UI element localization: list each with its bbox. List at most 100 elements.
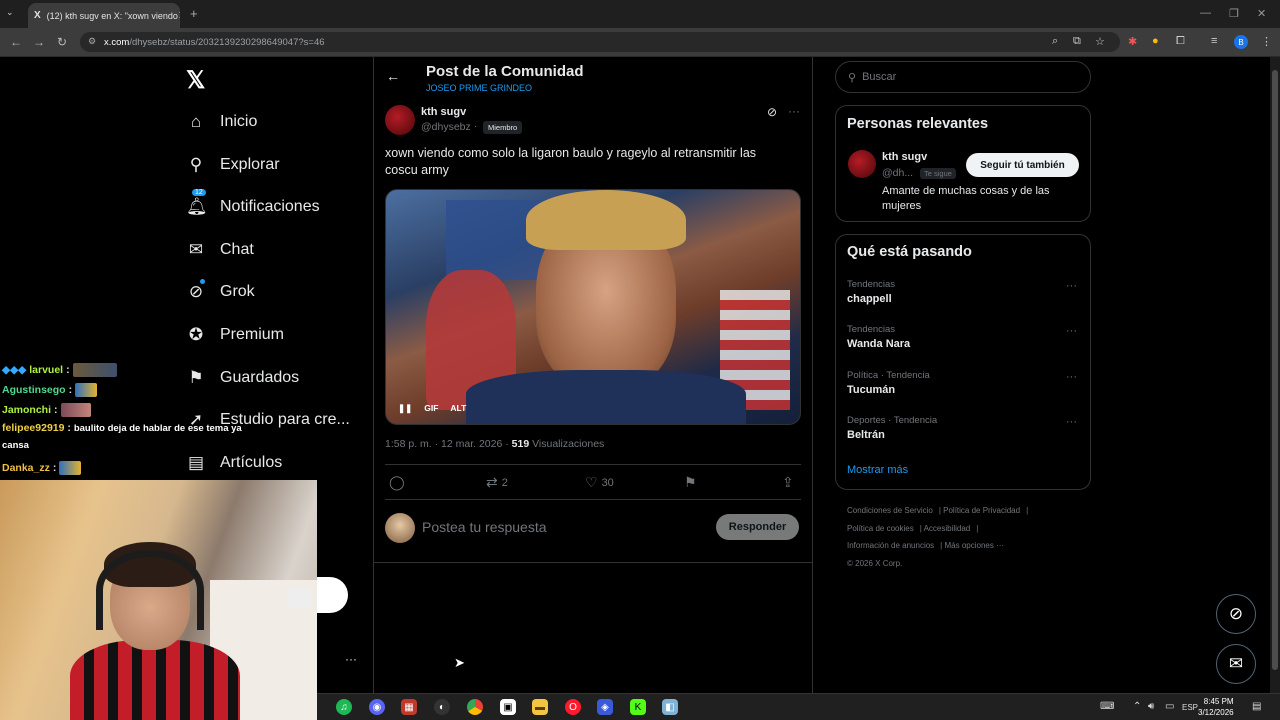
site-info-icon[interactable]: ⚙ [88, 36, 96, 47]
spotify-icon[interactable]: ♫ [336, 699, 352, 715]
x-logo[interactable]: 𝕏 [186, 66, 205, 95]
nav-label: Notificaciones [220, 198, 320, 215]
profile-avatar[interactable]: B [1234, 35, 1248, 49]
nav-item-chat[interactable]: ✉ Chat [186, 236, 254, 264]
app-icon[interactable]: ◧ [662, 699, 678, 715]
extensions-puzzle-icon[interactable]: ⧠ [1176, 35, 1185, 48]
footer-link[interactable]: Accesibilidad [924, 524, 971, 533]
reload-icon[interactable]: ↻ [57, 35, 67, 49]
tab-search-icon[interactable]: ⌄ [6, 7, 14, 18]
forward-icon[interactable]: → [33, 35, 45, 49]
voicemeeter-icon[interactable]: ▦ [401, 699, 417, 715]
trend-more-icon[interactable]: ··· [1066, 371, 1077, 383]
search-input[interactable]: ⚲ Buscar [835, 61, 1091, 93]
reply-input[interactable]: Postea tu respuesta [422, 519, 547, 535]
trend-name[interactable]: chappell [847, 293, 892, 305]
network-icon[interactable]: ▭ [1165, 701, 1174, 712]
like-button[interactable]: ♡ 30 [585, 474, 614, 491]
app-icon[interactable]: ◈ [597, 699, 613, 715]
nav-item-grok[interactable]: ⊘ Grok [186, 278, 255, 306]
author-handle[interactable]: @dhysebz [421, 121, 471, 133]
author-avatar[interactable] [385, 105, 415, 135]
account-more-icon[interactable]: ··· [345, 652, 357, 666]
trend-more-icon[interactable]: ··· [1066, 416, 1077, 428]
show-more-link[interactable]: Mostrar más [847, 464, 908, 476]
post-gif[interactable]: ❚❚ GIF ALT [385, 189, 801, 425]
relevant-user-bio: Amante de muchas cosas y de las mujeres [882, 185, 1050, 212]
trend-more-icon[interactable]: ··· [1066, 280, 1077, 292]
relevant-user-avatar[interactable] [848, 150, 876, 178]
author-name[interactable]: kth sugv [421, 106, 466, 118]
minimize-icon[interactable]: — [1200, 7, 1211, 19]
browser-tab[interactable]: X (12) kth sugv en X: "xown viendo ✕ [28, 3, 180, 28]
follow-back-button[interactable]: Seguir tú también [966, 153, 1079, 177]
obs-icon[interactable]: ◐ [434, 699, 450, 715]
trend-name[interactable]: Tucumán [847, 384, 895, 396]
zoom-icon[interactable]: ⌕ [1052, 35, 1058, 48]
repost-icon: ⇄ [486, 474, 498, 490]
share-button[interactable]: ⇪ [782, 474, 794, 491]
chat-user: Jamonchi [2, 404, 52, 416]
post-time[interactable]: 1:58 p. m. · 12 mar. 2026 · [385, 438, 512, 450]
relevant-user-name[interactable]: kth sugv [882, 151, 927, 163]
file-explorer-icon[interactable]: ▬ [532, 699, 548, 715]
trend-more-icon[interactable]: ··· [1066, 325, 1077, 337]
back-icon[interactable]: ← [10, 35, 22, 49]
nav-item-notificaciones[interactable]: 🔔︎ 12 Notificaciones [186, 189, 320, 221]
new-tab-button[interactable]: + [190, 6, 198, 21]
follows-you-badge: Te sigue [920, 168, 956, 179]
gif-shirt [466, 370, 746, 424]
window-close-icon[interactable]: ✕ [1257, 7, 1266, 20]
keyboard-icon[interactable]: ⌨ [1100, 701, 1114, 712]
messages-fab-icon[interactable]: ✉ [1216, 644, 1256, 684]
alt-button[interactable]: ALT [450, 403, 466, 414]
opera-icon[interactable]: O [565, 699, 581, 715]
community-link[interactable]: JOSEO PRIME GRINDEO [426, 83, 532, 93]
footer-link[interactable]: Información de anuncios [847, 541, 934, 550]
back-arrow-icon[interactable]: ← [386, 68, 400, 84]
chat-emote [60, 403, 91, 417]
scrollbar-thumb[interactable] [1272, 70, 1278, 670]
bookmark-button[interactable]: ⚑ [684, 474, 697, 491]
trend-name[interactable]: Beltrán [847, 429, 885, 441]
grok-icon[interactable]: ⊘ [767, 105, 777, 119]
tab-close-icon[interactable]: ✕ [178, 9, 180, 22]
discord-icon[interactable]: ◉ [369, 699, 385, 715]
bookmark-star-icon[interactable]: ☆ [1095, 35, 1105, 48]
footer-link[interactable]: Condiciones de Servicio [847, 506, 933, 515]
trend-name[interactable]: Wanda Nara [847, 338, 910, 350]
maximize-icon[interactable]: ❐ [1229, 7, 1239, 20]
gif-controls: ❚❚ GIF ALT [398, 403, 466, 414]
more-options-icon[interactable]: ··· [788, 104, 800, 118]
grok-fab-icon[interactable]: ⊘ [1216, 594, 1256, 634]
tray-chevron-icon[interactable]: ⌃ [1133, 701, 1141, 712]
volume-icon[interactable]: 🔊︎ [1148, 701, 1154, 712]
repost-button[interactable]: ⇄ 2 [486, 474, 508, 491]
trends-card [835, 234, 1091, 490]
app-icon[interactable]: ▣ [500, 699, 516, 715]
reading-list-icon[interactable]: ≡ [1211, 35, 1217, 47]
footer-link[interactable]: Más opciones ··· [944, 541, 1004, 550]
extension-color-icon[interactable]: ● [1152, 35, 1159, 47]
system-clock[interactable]: 8:45 PM 3/12/2026 [1198, 696, 1234, 718]
browser-menu-icon[interactable]: ⋮ [1261, 35, 1272, 48]
install-icon[interactable]: ⧉ [1073, 35, 1081, 48]
pause-icon[interactable]: ❚❚ [398, 403, 412, 414]
nav-item-explorar[interactable]: ⚲ Explorar [186, 151, 280, 179]
reply-button[interactable]: ◯ [389, 474, 405, 491]
extension-icon[interactable]: ✱ [1128, 35, 1137, 48]
relevant-user-handle[interactable]: @dh... [882, 167, 913, 179]
nav-item-inicio[interactable]: ⌂ Inicio [186, 108, 258, 136]
chat-emote [75, 383, 98, 397]
chrome-icon[interactable] [467, 699, 483, 715]
footer-link[interactable]: Política de Privacidad [943, 506, 1020, 515]
nav-item-premium[interactable]: ✪ Premium [186, 321, 284, 349]
kick-icon[interactable]: K [630, 699, 646, 715]
address-bar[interactable]: x.com/dhysebz/status/2032139230298649047… [80, 32, 1120, 52]
language-indicator[interactable]: ESP [1182, 703, 1198, 712]
url-path: /dhysebz/status/2032139230298649047?s=46 [129, 36, 325, 48]
footer-link[interactable]: Política de cookies [847, 524, 914, 533]
post-button[interactable] [317, 577, 348, 613]
reply-submit-button[interactable]: Responder [716, 514, 799, 540]
notification-center-icon[interactable]: ▤ [1252, 701, 1261, 712]
